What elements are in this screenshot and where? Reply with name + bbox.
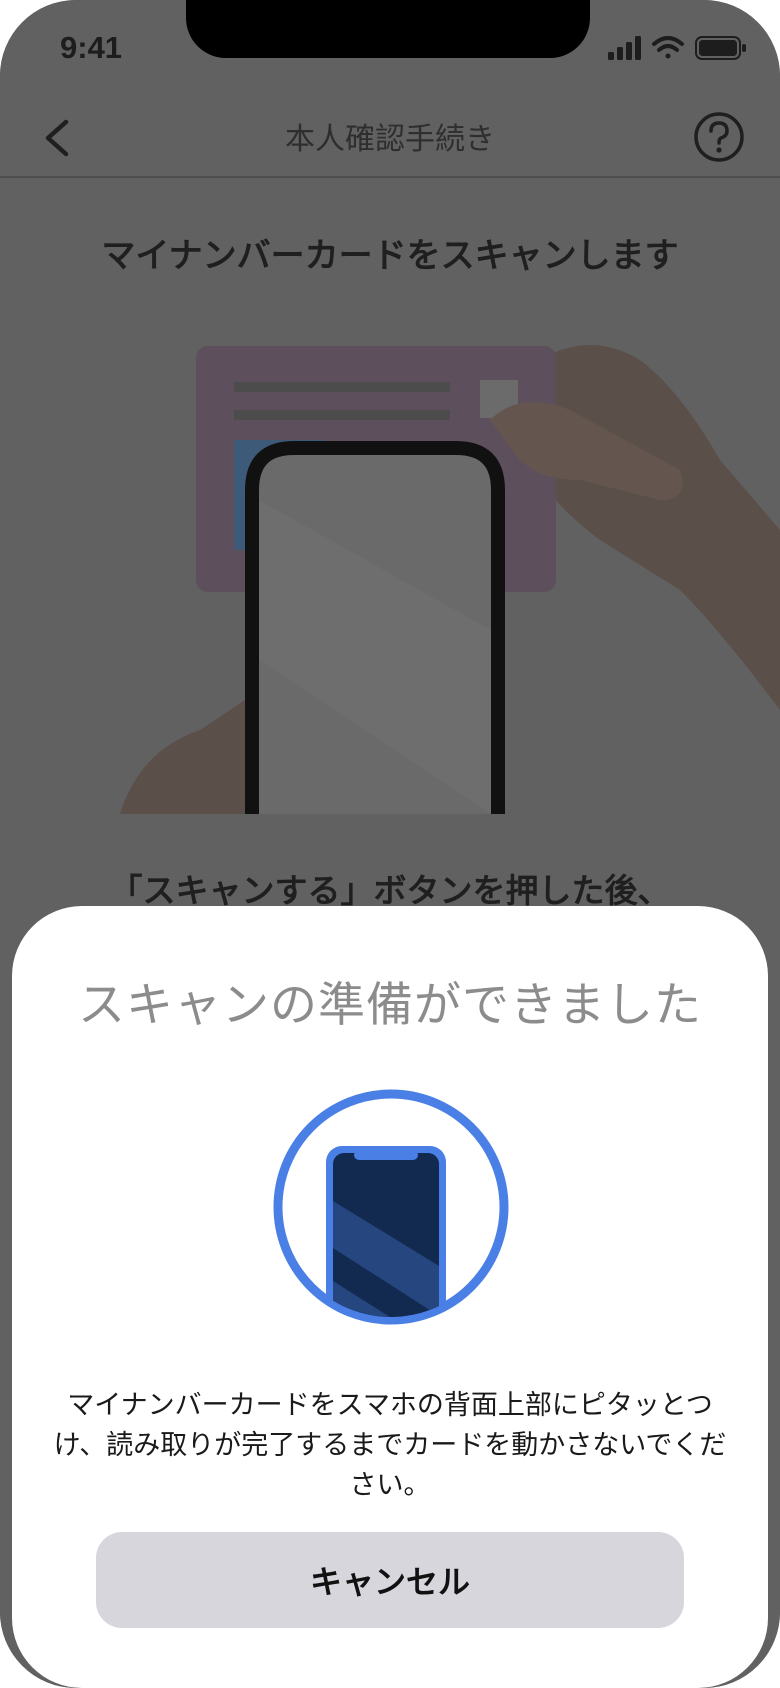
- card-line-2: [234, 410, 450, 420]
- question-circle-icon[interactable]: [692, 110, 746, 164]
- scan-heading: マイナンバーカードをスキャンします: [101, 236, 679, 276]
- sheet-title: スキャンの準備ができました: [78, 978, 702, 1033]
- wifi-icon: [652, 36, 684, 59]
- card-scan-illustration: [120, 345, 780, 814]
- status-icons: [608, 36, 746, 60]
- navigation-bar: 本人確認手続き: [0, 100, 780, 178]
- battery-icon: [695, 36, 746, 60]
- sheet-description: マイナンバーカードをスマホの背面上部にピタッとつけ、読み取りが完了するまでカード…: [53, 1390, 727, 1501]
- scan-instruction: 「スキャンする」ボタンを押した後、: [109, 871, 671, 910]
- scan-ready-sheet: スキャンの準備ができました マイナンバーカードをスマホの背面上部にピタッとつけ、…: [12, 906, 768, 1688]
- cancel-button[interactable]: キャンセル: [96, 1532, 684, 1628]
- cellular-signal-icon: [608, 36, 641, 60]
- status-time: 9:41: [60, 30, 123, 65]
- card-line-1: [234, 382, 450, 392]
- device-frame: 9:41 本人確認手続き マイナンバーカードをスキャンします 「スキャンする」ボ…: [0, 0, 780, 1688]
- nav-title: 本人確認手続き: [285, 122, 495, 157]
- right-hand-shape: [540, 345, 780, 710]
- device-notch: [186, 0, 590, 58]
- phone-scan-icon: [273, 1089, 509, 1325]
